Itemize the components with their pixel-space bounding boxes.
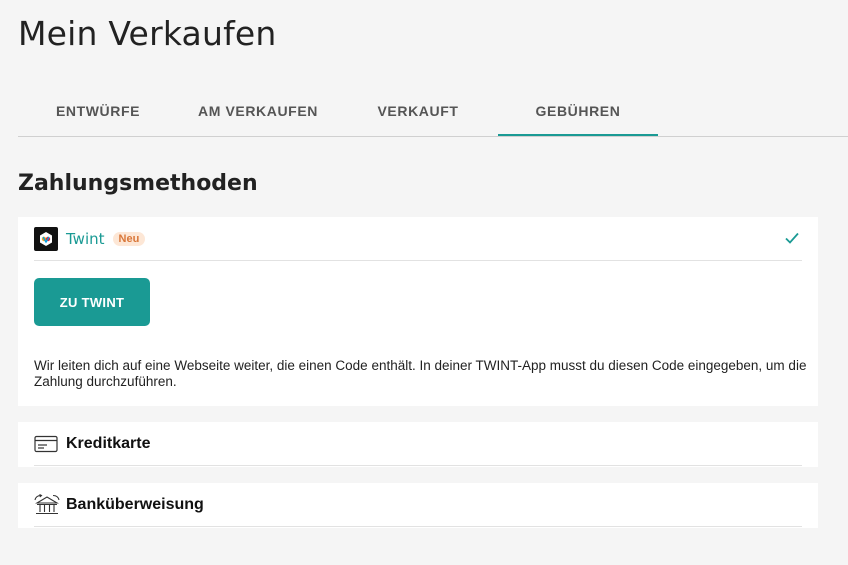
new-badge: Neu xyxy=(112,231,146,246)
bank-transfer-method-card: Banküberweisung xyxy=(18,483,818,528)
bank-icon xyxy=(34,493,60,517)
twint-info-text: Wir leiten dich auf eine Webseite weiter… xyxy=(34,358,807,389)
bank-transfer-method-header[interactable]: Banküberweisung xyxy=(34,483,802,527)
twint-logo-icon xyxy=(34,226,58,251)
bank-transfer-method-name: Banküberweisung xyxy=(66,495,204,513)
tab-gebuehren[interactable]: GEBÜHREN xyxy=(498,86,658,136)
tab-verkauft[interactable]: VERKAUFT xyxy=(338,86,498,136)
tab-bar: ENTWÜRFE AM VERKAUFEN VERKAUFT GEBÜHREN xyxy=(18,86,848,137)
section-title: Zahlungsmethoden xyxy=(18,171,258,196)
credit-card-method-name: Kreditkarte xyxy=(66,434,151,452)
active-tab-indicator xyxy=(498,134,658,136)
zu-twint-button[interactable]: ZU TWINT xyxy=(34,278,150,326)
page-title: Mein Verkaufen xyxy=(18,14,277,53)
credit-card-icon xyxy=(34,432,60,456)
twint-method-header[interactable]: Twint Neu xyxy=(34,217,802,261)
twint-method-name: Twint xyxy=(66,229,105,248)
tab-am-verkaufen[interactable]: AM VERKAUFEN xyxy=(178,86,338,136)
tab-entwuerfe[interactable]: ENTWÜRFE xyxy=(18,86,178,136)
credit-card-method-card: Kreditkarte xyxy=(18,422,818,467)
check-icon xyxy=(784,230,800,250)
credit-card-method-header[interactable]: Kreditkarte xyxy=(34,422,802,466)
twint-method-card: Twint Neu ZU TWINT Wir leiten dich auf e… xyxy=(18,217,818,406)
